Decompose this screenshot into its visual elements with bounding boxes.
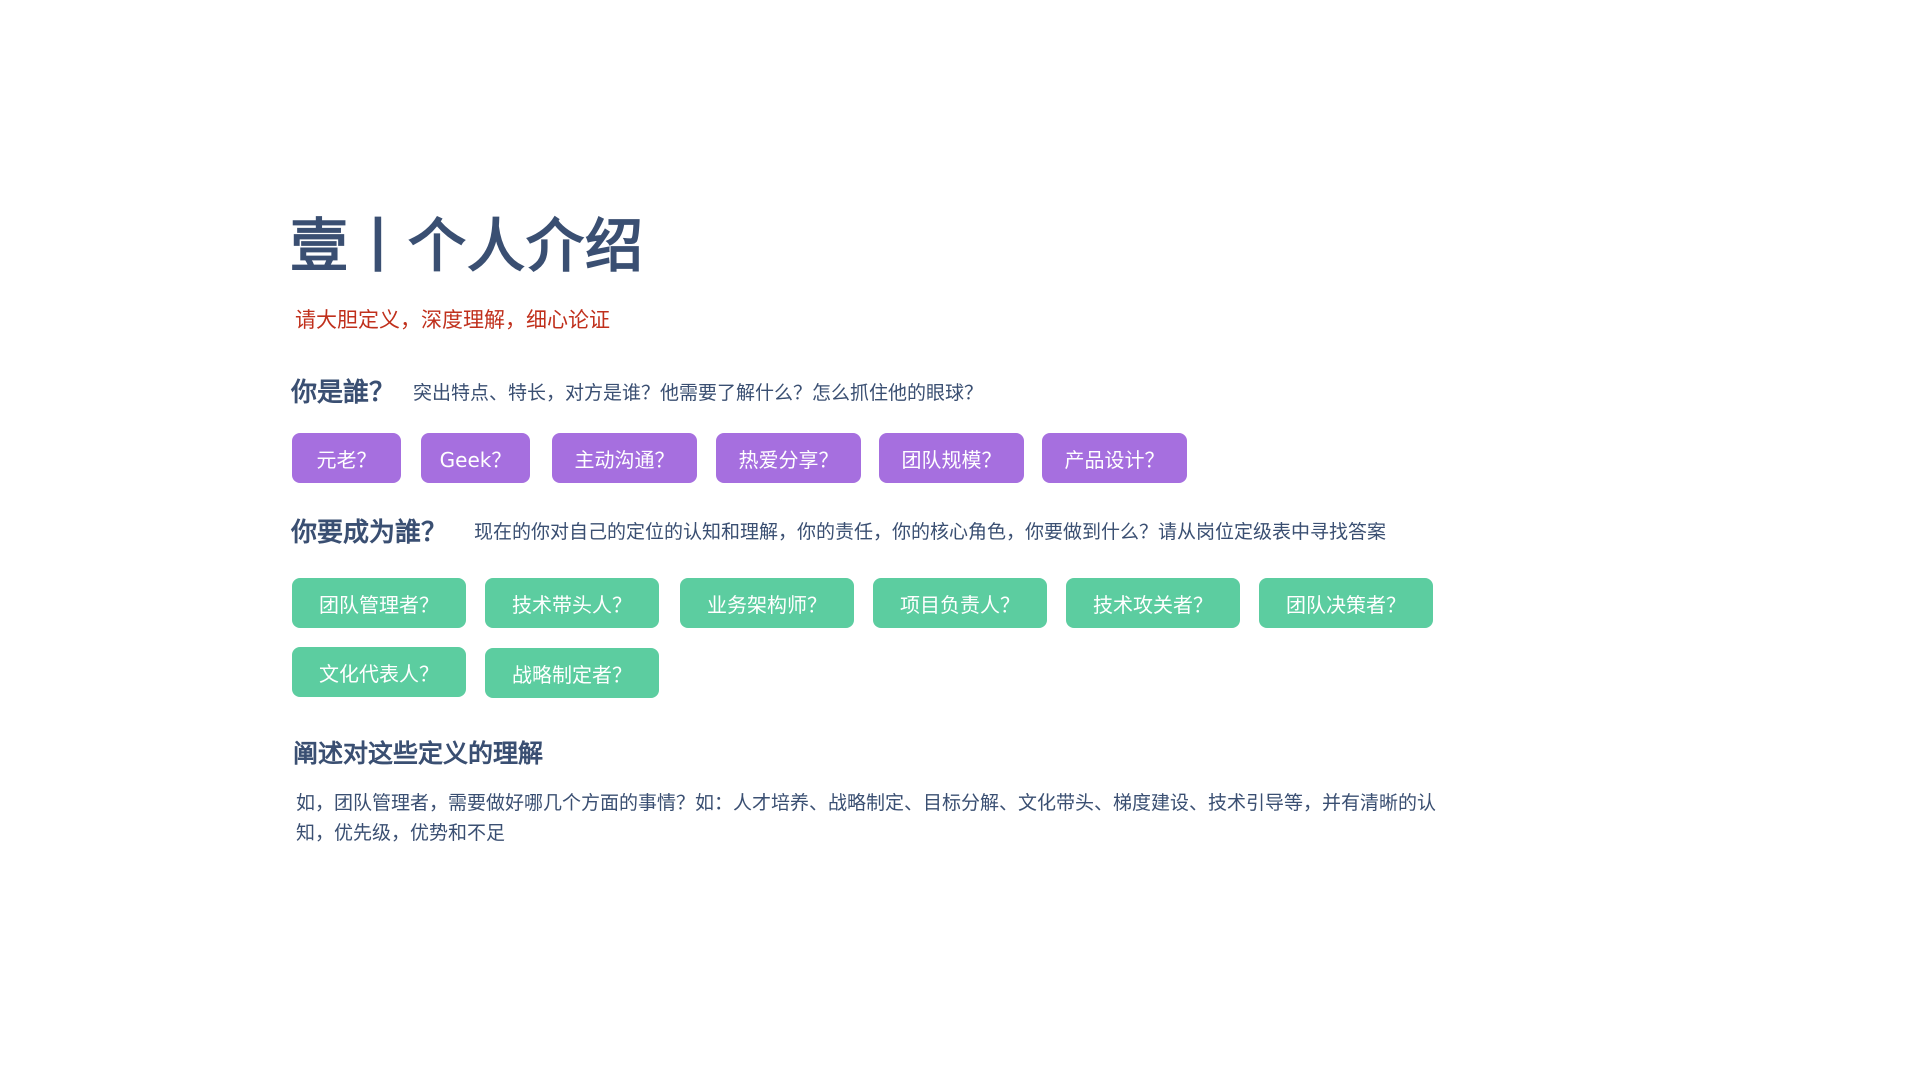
tag-project-owner[interactable]: 项目负责人？ (873, 578, 1047, 628)
elaborate-heading: 阐述对这些定义的理解 (293, 739, 544, 768)
who-to-become-description: 现在的你对自己的定位的认知和理解，你的责任，你的核心角色，你要做到什么？请从岗位… (474, 521, 1387, 543)
tag-team-decision-maker[interactable]: 团队决策者？ (1259, 578, 1433, 628)
page-title: 壹丨个人介绍 (290, 212, 645, 280)
slide: 壹丨个人介绍 请大胆定义，深度理解，细心论证 你是誰？ 突出特点、特长，对方是谁… (0, 0, 1920, 1080)
tag-tech-leader[interactable]: 技术带头人？ (485, 578, 659, 628)
who-are-you-heading: 你是誰？ (291, 378, 396, 408)
tag-geek[interactable]: Geek？ (421, 433, 530, 483)
tag-proactive-communication[interactable]: 主动沟通？ (552, 433, 697, 483)
tag-product-design[interactable]: 产品设计？ (1042, 433, 1187, 483)
who-are-you-description: 突出特点、特长，对方是谁？他需要了解什么？怎么抓住他的眼球？ (413, 382, 984, 404)
tag-love-sharing[interactable]: 热爱分享？ (716, 433, 861, 483)
tag-strategy-maker[interactable]: 战略制定者？ (485, 648, 659, 698)
tag-tech-problem-solver[interactable]: 技术攻关者？ (1066, 578, 1240, 628)
tag-veteran[interactable]: 元老？ (292, 433, 401, 483)
who-to-become-heading: 你要成为誰？ (291, 518, 448, 548)
tag-business-architect[interactable]: 业务架构师？ (680, 578, 854, 628)
tag-team-size[interactable]: 团队规模？ (879, 433, 1024, 483)
tag-team-manager[interactable]: 团队管理者？ (292, 578, 466, 628)
tag-culture-representative[interactable]: 文化代表人？ (292, 647, 466, 697)
subtitle: 请大胆定义，深度理解，细心论证 (295, 308, 610, 332)
elaborate-paragraph: 如，团队管理者，需要做好哪几个方面的事情？如：人才培养、战略制定、目标分解、文化… (296, 792, 1437, 844)
